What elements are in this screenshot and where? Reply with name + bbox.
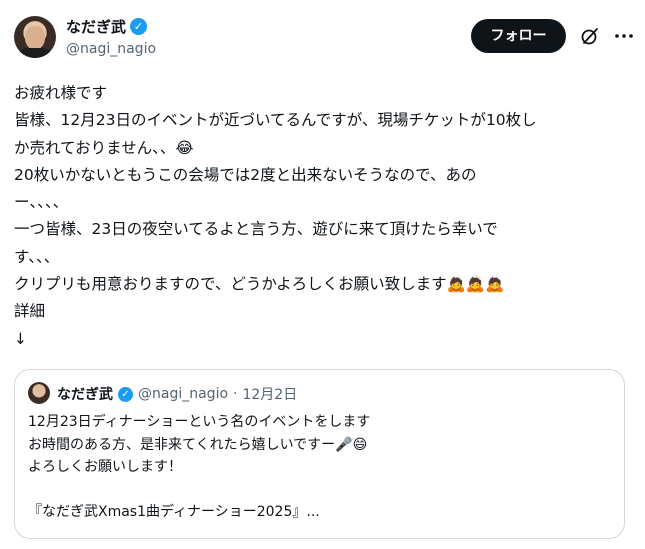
author-handle[interactable]: @nagi_nagio xyxy=(66,41,156,57)
quoted-header: なだぎ武 ✓ @nagi_nagio · 12月2日 xyxy=(57,384,297,404)
quoted-display-name: なだぎ武 xyxy=(57,387,113,403)
post-line: ー、、、、 xyxy=(14,193,69,212)
grok-icon[interactable] xyxy=(580,26,600,46)
post-body: お疲れ様です 皆様、12月23日のイベントが近づいてるんですが、現場チケットが1… xyxy=(14,80,634,353)
quoted-line: 12月23日ディナーショーという名のイベントをします xyxy=(28,414,371,430)
quoted-separator: · xyxy=(233,386,238,402)
post-line: 詳細 xyxy=(14,302,46,321)
quoted-line xyxy=(28,479,618,502)
post-line: 皆様、12月23日のイベントが近づいてるんですが、現場チケットが10枚し xyxy=(14,111,537,130)
quoted-line: よろしくお願いします！ xyxy=(28,459,182,475)
post-line: す、、、 xyxy=(14,247,60,266)
more-icon[interactable] xyxy=(614,26,634,46)
avatar[interactable] xyxy=(14,16,56,58)
quoted-date: 12月2日 xyxy=(242,387,298,403)
post-line: クリプリも用意おりますので、どうかよろしくお願い致します🙇🙇🙇 xyxy=(14,275,505,294)
quoted-line: 『なだぎ武Xmas1曲ディナーショー2025』... xyxy=(28,504,320,520)
quoted-handle: @nagi_nagio xyxy=(138,386,229,402)
post-line: 一つ皆様、23日の夜空いてるよと言う方、遊びに来て頂けたら幸いで xyxy=(14,220,498,239)
quoted-post[interactable]: なだぎ武 ✓ @nagi_nagio · 12月2日 12月23日ディナーショー… xyxy=(14,369,625,539)
post-line: か売れておりません、、😂 xyxy=(14,138,194,157)
quoted-line: お時間のある方、是非来てくれたら嬉しいですー🎤😄 xyxy=(28,436,368,453)
follow-button[interactable]: フォロー xyxy=(471,19,566,53)
quoted-avatar xyxy=(28,382,50,404)
avatar-face xyxy=(25,26,45,50)
post-line: お疲れ様です xyxy=(14,84,108,102)
quoted-body: 12月23日ディナーショーという名のイベントをします お時間のある方、是非来てく… xyxy=(28,411,618,524)
avatar-suit xyxy=(16,48,54,58)
post-line: ↓ xyxy=(14,329,27,348)
post-line: 20枚いかないともうこの会場では2度と出来ないそうなので、あの xyxy=(14,165,477,184)
verified-badge-icon: ✓ xyxy=(118,386,133,402)
author-name-row: なだぎ武 ✓ xyxy=(66,16,148,37)
author-display-name[interactable]: なだぎ武 xyxy=(66,16,126,37)
verified-badge-icon: ✓ xyxy=(130,18,148,35)
